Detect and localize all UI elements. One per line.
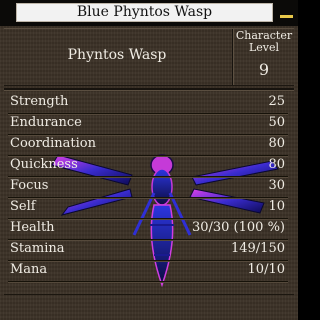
stat-row-quickness: Quickness 80	[8, 156, 288, 177]
stats-list: Strength 25 Endurance 50 Coordination 80…	[8, 93, 288, 282]
level-label: Character Level	[234, 30, 294, 54]
stat-row-strength: Strength 25	[8, 93, 288, 114]
window-title: Blue Phyntos Wasp	[76, 4, 213, 20]
stat-row-stamina: Stamina 149/150	[8, 240, 288, 261]
stat-name: Endurance	[10, 115, 82, 130]
title-pill: Blue Phyntos Wasp	[16, 3, 273, 22]
minimize-bar-icon	[280, 15, 293, 18]
stat-name: Mana	[10, 262, 48, 277]
stat-name: Coordination	[10, 136, 96, 151]
stat-row-coordination: Coordination 80	[8, 135, 288, 156]
footer-area	[4, 294, 294, 317]
level-label-line2: Level	[248, 41, 280, 54]
stat-name: Health	[10, 220, 55, 235]
stat-name: Self	[10, 199, 36, 214]
stat-row-focus: Focus 30	[8, 177, 288, 198]
creature-name: Phyntos Wasp	[67, 47, 167, 63]
stat-name: Focus	[10, 178, 49, 193]
stat-row-endurance: Endurance 50	[8, 114, 288, 135]
level-value: 9	[258, 60, 270, 79]
stat-value: 80	[268, 136, 285, 151]
stat-name: Strength	[10, 94, 69, 109]
stat-value: 50	[268, 115, 285, 130]
section-divider	[4, 88, 294, 90]
stat-row-health: Health 30/30 (100 %)	[8, 219, 288, 240]
stat-value: 30	[268, 178, 285, 193]
title-bar: Blue Phyntos Wasp	[0, 0, 298, 26]
stat-row-self: Self 10	[8, 198, 288, 219]
creature-info-panel: Blue Phyntos Wasp Phyntos Wasp Character…	[0, 0, 298, 320]
stat-value: 149/150	[230, 241, 285, 256]
stat-value: 10	[268, 199, 285, 214]
stat-value: 80	[268, 157, 285, 172]
stat-value: 25	[268, 94, 285, 109]
stat-value: 30/30 (100 %)	[191, 220, 285, 235]
creature-header: Phyntos Wasp Character Level 9	[4, 28, 294, 86]
stat-value: 10/10	[247, 262, 285, 277]
stat-name: Quickness	[10, 157, 78, 172]
header-divider	[232, 29, 233, 85]
close-button[interactable]	[277, 3, 296, 22]
stat-name: Stamina	[10, 241, 65, 256]
stat-row-mana: Mana 10/10	[8, 261, 288, 282]
